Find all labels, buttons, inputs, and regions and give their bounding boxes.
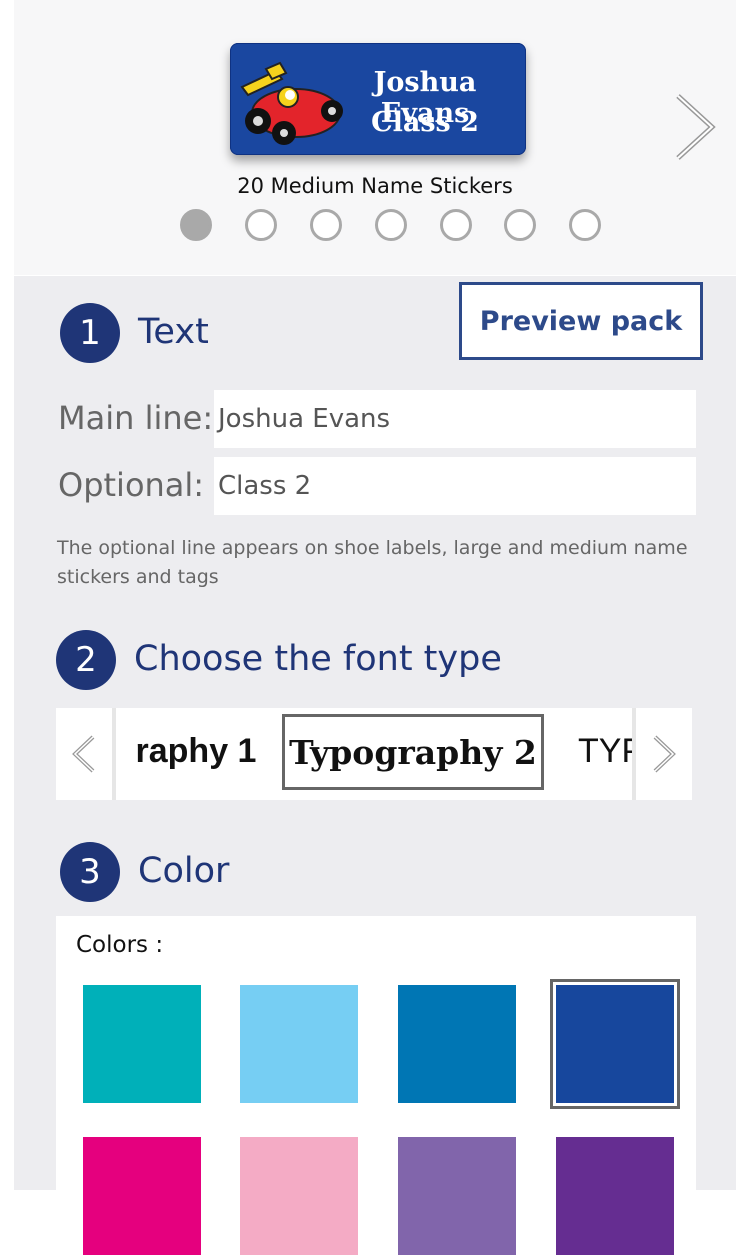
slide-dot[interactable]	[375, 209, 407, 241]
font-carousel: raphy 1 Typography 2 TYP	[56, 708, 692, 800]
slide-dot[interactable]	[504, 209, 536, 241]
slide-dot[interactable]	[569, 209, 601, 241]
color-swatch[interactable]	[556, 1137, 674, 1255]
font-next-button[interactable]	[632, 708, 692, 800]
section-title-text: Text	[138, 312, 209, 352]
sticker-optional-line: Class 2	[371, 107, 479, 138]
step-badge-2: 2	[56, 630, 116, 690]
font-option-selected[interactable]: Typography 2	[282, 714, 544, 790]
section-title-color: Color	[138, 851, 230, 891]
color-swatch[interactable]	[83, 1137, 201, 1255]
chevron-right-icon	[653, 735, 676, 773]
chevron-left-icon	[72, 735, 95, 773]
chevron-right-icon[interactable]	[670, 92, 720, 162]
color-swatch[interactable]	[398, 985, 516, 1103]
color-swatch-selected[interactable]	[550, 979, 680, 1109]
step-badge-1: 1	[60, 303, 120, 363]
product-preview: Joshua Evans Class 2 20 Medium Name Stic…	[14, 0, 736, 275]
sticker-preview: Joshua Evans Class 2	[230, 43, 526, 155]
color-panel: Colors :	[56, 916, 696, 1255]
customization-form: 1 Text Preview pack Main line: Joshua Ev…	[14, 276, 736, 1255]
main-line-label: Main line:	[58, 399, 214, 437]
font-prev-button[interactable]	[56, 708, 116, 800]
preview-pack-button[interactable]: Preview pack	[459, 282, 703, 360]
color-swatch[interactable]	[240, 1137, 358, 1255]
preview-caption: 20 Medium Name Stickers	[237, 174, 513, 198]
colors-label: Colors :	[76, 932, 164, 958]
font-option[interactable]: raphy 1	[96, 714, 296, 788]
slide-dot[interactable]	[310, 209, 342, 241]
slide-dot[interactable]	[440, 209, 472, 241]
color-swatch[interactable]	[240, 985, 358, 1103]
main-line-input[interactable]: Joshua Evans	[214, 390, 696, 448]
color-swatch[interactable]	[398, 1137, 516, 1255]
color-swatch[interactable]	[83, 985, 201, 1103]
slide-dot[interactable]	[245, 209, 277, 241]
optional-line-note: The optional line appears on shoe labels…	[57, 537, 688, 588]
section-title-font: Choose the font type	[134, 639, 502, 679]
slide-dot[interactable]	[180, 209, 212, 241]
optional-label: Optional:	[58, 466, 205, 504]
optional-input[interactable]: Class 2	[214, 457, 696, 515]
step-badge-3: 3	[60, 842, 120, 902]
